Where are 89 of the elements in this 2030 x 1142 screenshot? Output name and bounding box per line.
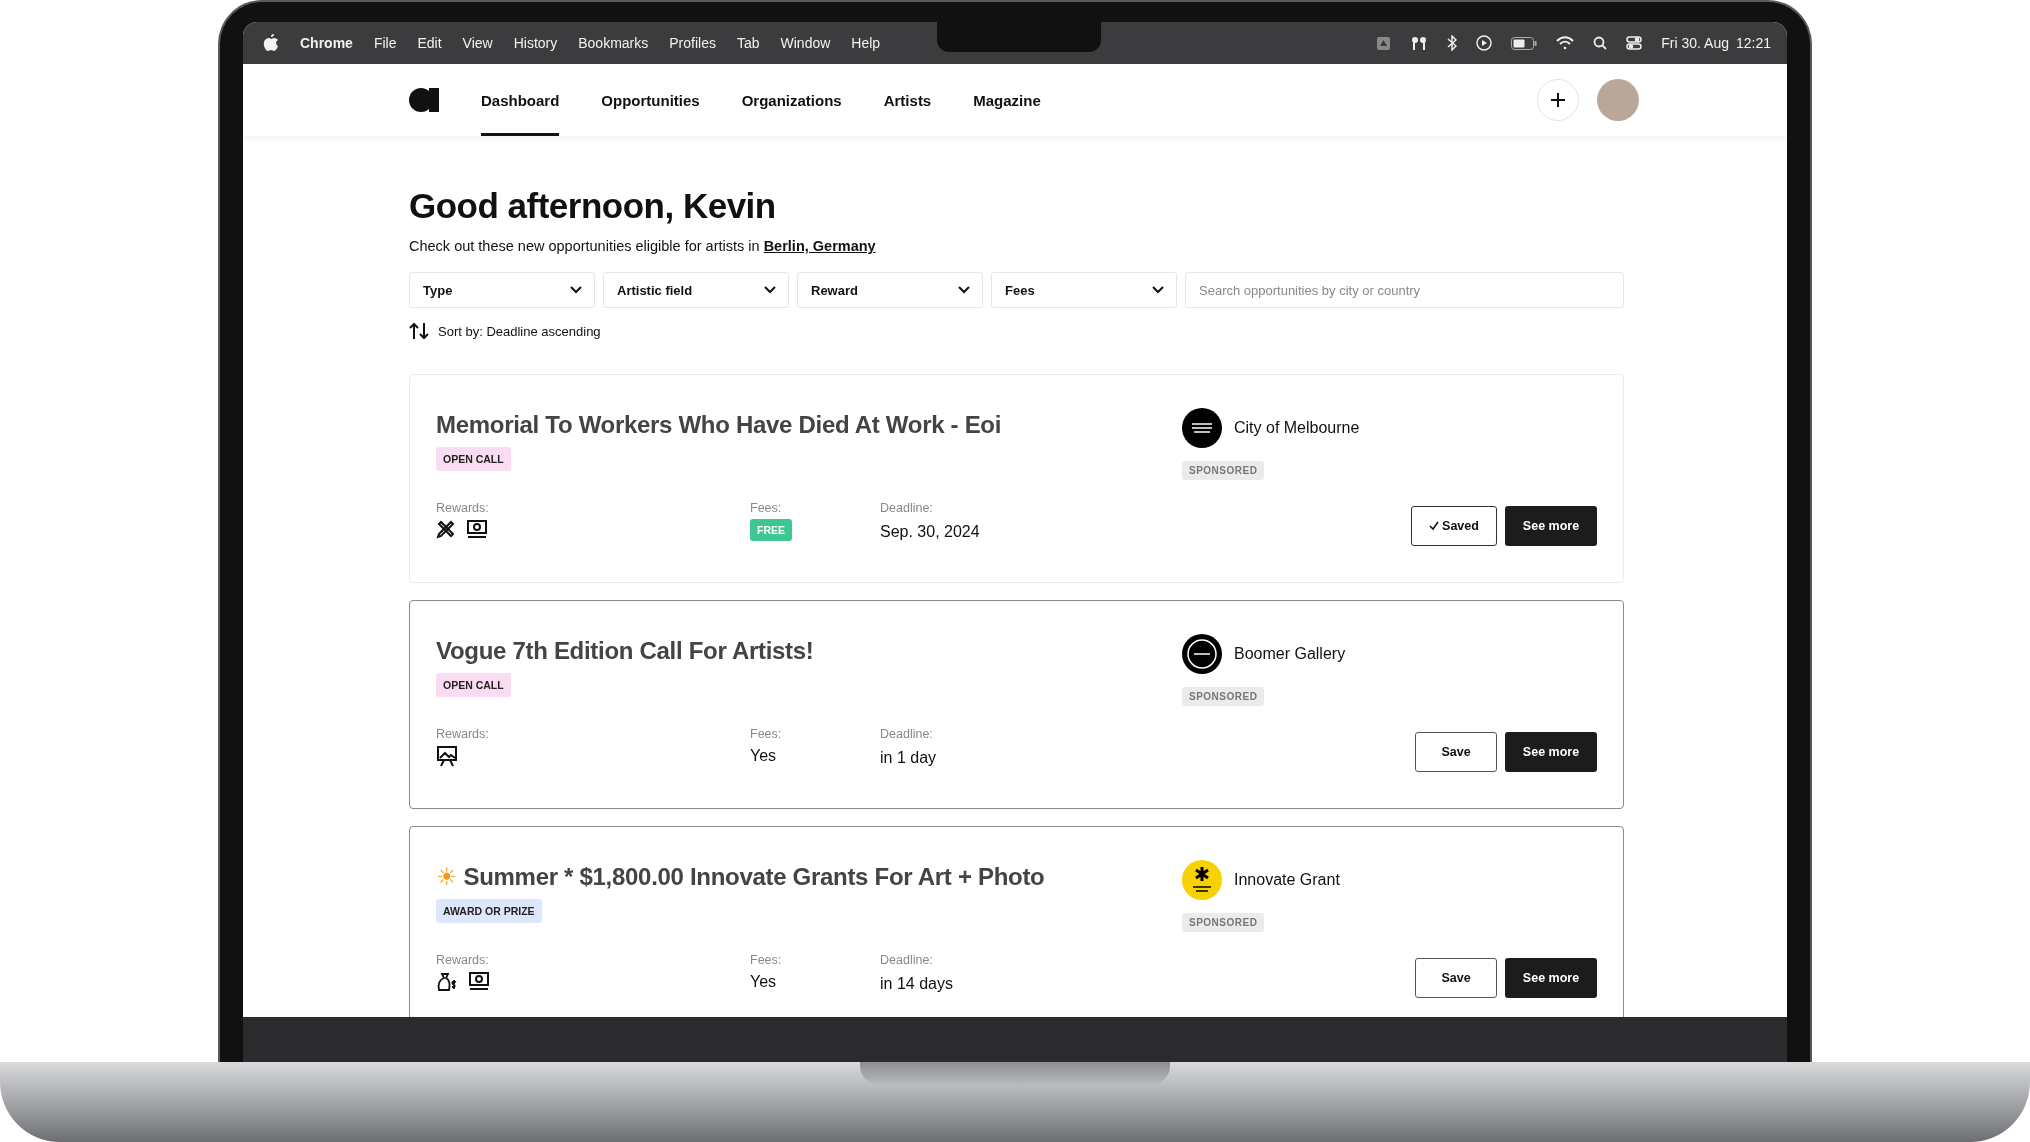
filter-dropdown[interactable]: Type [409,272,595,308]
menu-item[interactable]: Help [851,35,881,51]
menu-item[interactable]: Tab [736,35,760,51]
menu-item[interactable]: View [462,35,493,51]
site-logo[interactable] [409,87,439,113]
menubar-time: 12:21 [1735,35,1771,51]
search-icon[interactable] [1593,36,1608,50]
filter-dropdown[interactable]: Artistic field [603,272,789,308]
deadline-value: in 14 days [880,975,953,993]
save-button[interactable]: Save [1415,958,1497,998]
plus-icon [1550,92,1566,108]
rewards-label: Rewards: [436,501,490,515]
filter-dropdown[interactable]: Reward [797,272,983,308]
menubar-date: Fri 30. Aug [1661,35,1729,51]
organization-name[interactable]: Boomer Gallery [1234,645,1346,663]
organization-logo [1182,860,1222,900]
menu-item[interactable]: Window [780,35,831,51]
deadline-label: Deadline: [880,953,934,967]
fees-label: Fees: [750,953,783,967]
save-button[interactable]: Saved [1411,506,1497,546]
drive-icon[interactable] [1376,35,1392,51]
opportunity-card[interactable]: Vogue 7th Edition Call For Artists! OPEN CALL Rewards: Fees: Yes Deadline: in 1 day Boomer Gallery SPONSORED Save See more [409,600,1624,809]
banknote-icon [468,971,490,991]
sort-arrows-icon[interactable] [409,322,429,340]
see-more-button[interactable]: See more [1505,732,1597,772]
save-button[interactable]: Save [1415,732,1497,772]
sponsored-badge: SPONSORED [1182,461,1265,480]
sponsored-badge: SPONSORED [1182,687,1265,706]
check-icon [1429,521,1440,531]
battery-icon[interactable] [1511,36,1538,50]
sponsored-badge: SPONSORED [1182,913,1265,932]
organization-logo [1182,634,1222,674]
play-icon[interactable] [1476,35,1493,51]
filter-dropdown[interactable]: Fees [991,272,1177,308]
organization-name[interactable]: City of Melbourne [1234,419,1360,437]
opportunity-card[interactable]: ☀ Summer * $1,800.00 Innovate Grants For Art + Photo AWARD OR PRIZE Rewards: Fees: Yes Deadline: in 14 days Innovate Grant SPONSORED Save See more [409,826,1624,1017]
menu-item[interactable]: History [513,35,558,51]
wifi-icon[interactable] [1556,36,1575,50]
fee-value: Yes [750,973,777,991]
bluetooth-icon[interactable] [1447,35,1458,51]
greeting-heading: Good afternoon, Kevin [409,186,777,226]
menu-item[interactable]: Profiles [669,35,716,51]
location-link[interactable]: Berlin, Germany [763,238,876,254]
banknote-icon [466,519,488,539]
subtitle-text: Check out these new opportunities eligible for artists in Berlin, Germany [409,238,877,254]
organization-logo [1182,408,1222,448]
control-center-icon[interactable] [1626,36,1643,50]
organization-name[interactable]: Innovate Grant [1234,871,1340,889]
menu-item[interactable]: File [373,35,397,51]
apple-logo-icon[interactable] [263,34,279,52]
category-tag: OPEN CALL [436,447,511,471]
deadline-value: in 1 day [880,749,937,767]
category-tag: OPEN CALL [436,673,511,697]
see-more-button[interactable]: See more [1505,958,1597,998]
rewards-label: Rewards: [436,953,490,967]
earbuds-icon[interactable] [1410,35,1429,51]
add-button[interactable] [1537,79,1579,121]
category-tag: AWARD OR PRIZE [436,899,542,923]
nav-tab[interactable]: Opportunities [601,64,700,136]
sort-label[interactable]: Sort by: Deadline ascending [438,323,601,339]
see-more-button[interactable]: See more [1505,506,1597,546]
rewards-label: Rewards: [436,727,490,741]
opportunity-card[interactable]: Memorial To Workers Who Have Died At Work - Eoi OPEN CALL Rewards: Fees: FREE Deadline: Sep. 30, 2024 City of Melbourne SPONSORED Saved See more [409,374,1624,583]
fees-label: Fees: [750,727,783,741]
menu-item[interactable]: Chrome [300,35,353,51]
fees-label: Fees: [750,501,783,515]
deadline-label: Deadline: [880,501,934,515]
deadline-value: Sep. 30, 2024 [880,523,980,541]
fee-badge: FREE [750,519,792,541]
opportunity-title[interactable]: Summer * $1,800.00 Innovate Grants For Art + Photo [463,863,1045,891]
search-field[interactable]: Search opportunities by city or country [1185,272,1624,308]
nav-tab[interactable]: Organizations [741,64,842,136]
easel-picture-icon [436,745,458,767]
nav-tab[interactable]: Magazine [973,64,1041,136]
opportunity-title[interactable]: Vogue 7th Edition Call For Artists! [436,637,814,665]
menu-item[interactable]: Bookmarks [578,35,649,51]
nav-tab[interactable]: Dashboard [481,64,560,136]
pencil-ruler-icon [436,519,456,539]
money-bag-icon [436,971,458,993]
chevron-down-icon [1152,286,1164,294]
deadline-label: Deadline: [880,727,934,741]
opportunity-title[interactable]: Memorial To Workers Who Have Died At Work - Eoi [436,411,1002,439]
menu-item[interactable]: Edit [417,35,442,51]
chevron-down-icon [570,286,582,294]
chevron-down-icon [764,286,776,294]
sun-emoji: ☀ [436,865,458,889]
fee-value: Yes [750,747,777,765]
nav-tab[interactable]: Artists [883,64,932,136]
chevron-down-icon [958,286,970,294]
